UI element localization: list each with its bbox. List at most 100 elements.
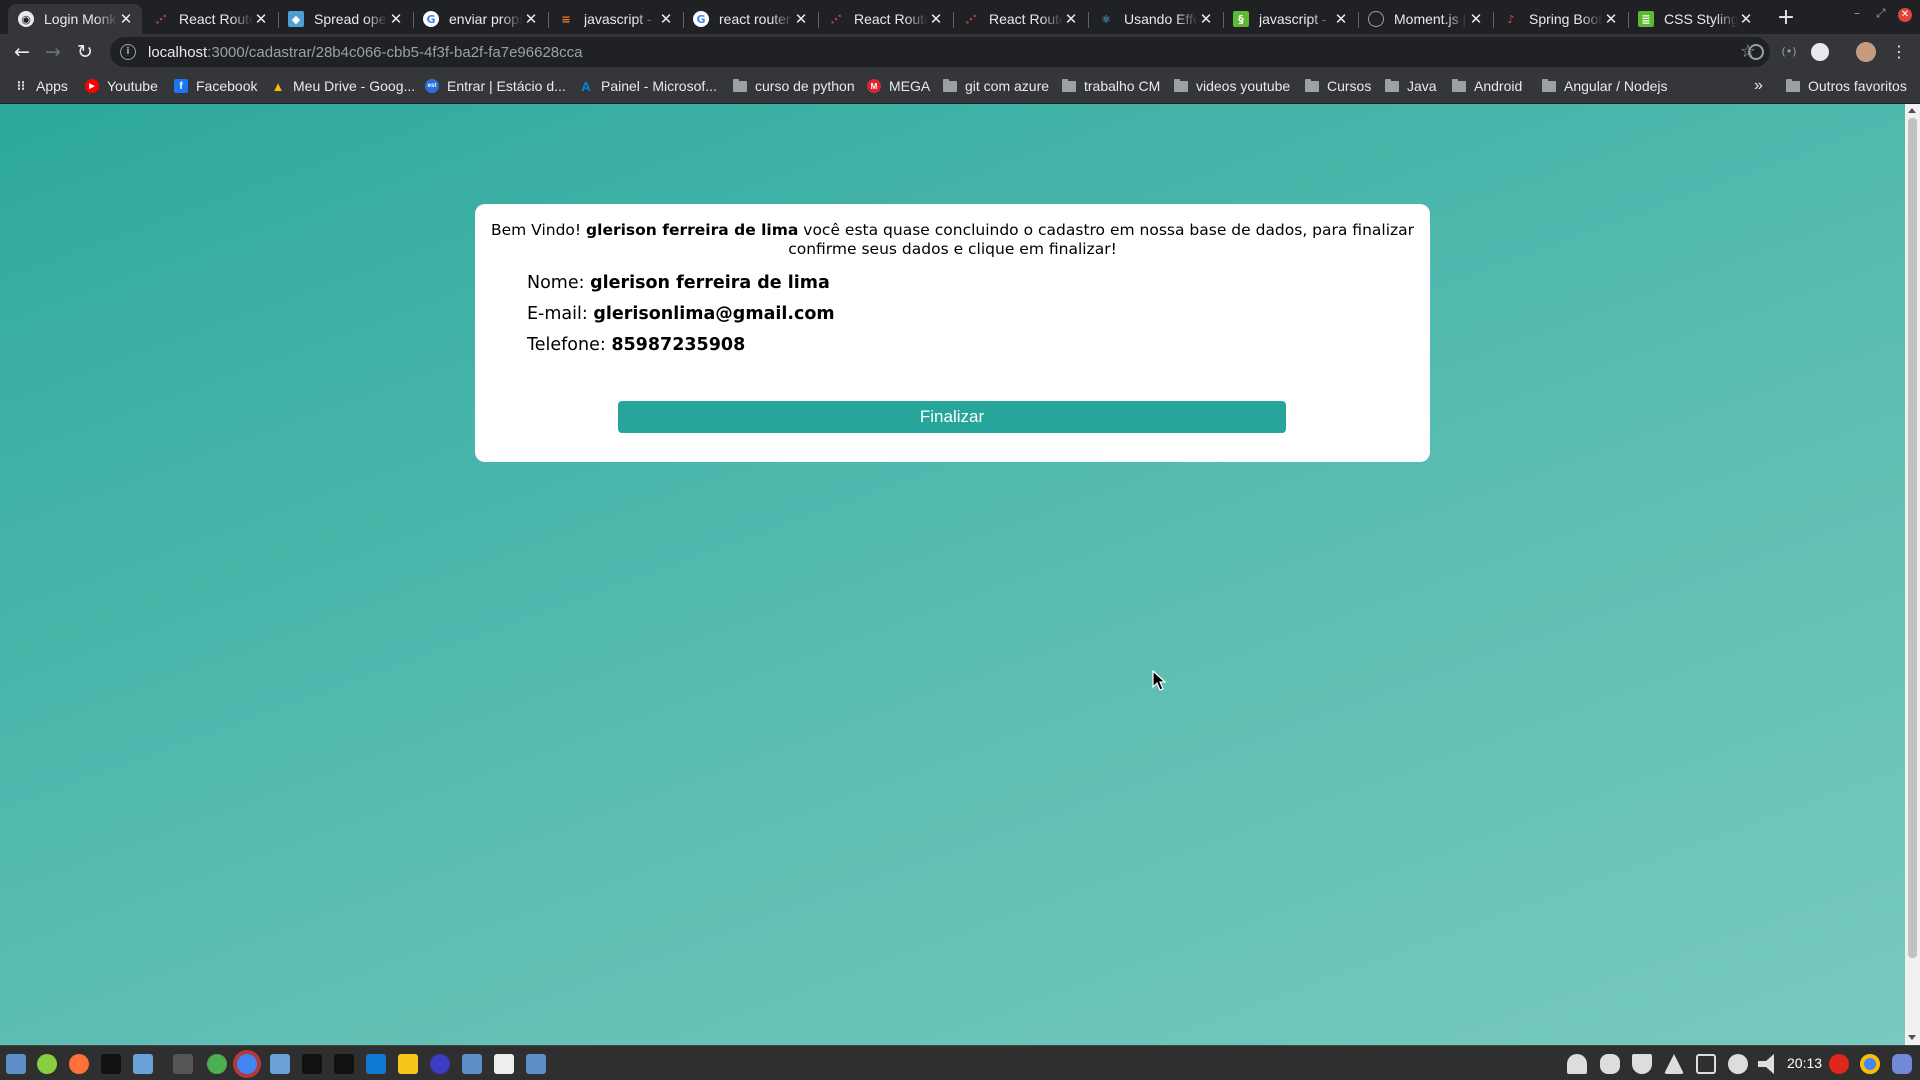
show-desktop-icon[interactable] bbox=[6, 1054, 26, 1074]
bookmark-meu-drive[interactable]: ▲ Meu Drive - Goog... bbox=[271, 70, 416, 102]
window-close-button[interactable]: ✕ bbox=[1898, 8, 1912, 22]
discord-app-icon[interactable] bbox=[1892, 1054, 1912, 1074]
minimize-icon[interactable]: – bbox=[1854, 6, 1860, 20]
eclipse-icon[interactable] bbox=[430, 1054, 450, 1074]
shield-icon[interactable] bbox=[1632, 1054, 1652, 1074]
finalizar-button[interactable]: Finalizar bbox=[618, 401, 1286, 433]
discord-tray-icon[interactable] bbox=[1600, 1054, 1620, 1074]
folder-taskbar-icon[interactable] bbox=[270, 1054, 290, 1074]
bookmark-painel-microsoft[interactable]: A Painel - Microsof... bbox=[579, 70, 717, 102]
terminal-icon[interactable] bbox=[101, 1054, 121, 1074]
bookmark-label: Angular / Nodejs bbox=[1564, 78, 1668, 94]
screenshot-icon[interactable] bbox=[526, 1054, 546, 1074]
close-tab-icon[interactable]: ✕ bbox=[118, 10, 134, 28]
bookmark-facebook[interactable]: f Facebook bbox=[174, 70, 257, 102]
tab-react-router-3[interactable]: ⋰ React Router ✕ bbox=[953, 4, 1087, 34]
close-tab-icon[interactable]: ✕ bbox=[793, 10, 809, 28]
extension-compass-icon[interactable] bbox=[1811, 43, 1829, 61]
bookmark-youtube[interactable]: ▶ Youtube bbox=[85, 70, 158, 102]
bookmark-trabalho-cm[interactable]: trabalho CM bbox=[1062, 70, 1160, 102]
notes-icon[interactable] bbox=[398, 1054, 418, 1074]
bookmark-git-com-azure[interactable]: git com azure bbox=[943, 70, 1049, 102]
chrome-tray-icon[interactable] bbox=[1860, 1054, 1880, 1074]
tab-enviar-props[interactable]: G enviar props ✕ bbox=[413, 4, 547, 34]
address-bar[interactable]: i localhost:3000/cadastrar/28b4c066-cbb5… bbox=[110, 37, 1770, 67]
terminal-3-icon[interactable] bbox=[334, 1054, 354, 1074]
power-icon[interactable] bbox=[1728, 1054, 1748, 1074]
bookmark-android[interactable]: Android bbox=[1452, 70, 1522, 102]
info-icon[interactable]: i bbox=[120, 44, 136, 60]
close-tab-icon[interactable]: ✕ bbox=[1738, 10, 1754, 28]
close-tab-icon[interactable]: ✕ bbox=[253, 10, 269, 28]
files-icon[interactable] bbox=[133, 1054, 153, 1074]
forward-button[interactable]: → bbox=[41, 40, 65, 64]
tab-react-router-search[interactable]: G react router ✕ bbox=[683, 4, 817, 34]
tab-title: React Router bbox=[179, 11, 253, 27]
tab-javascript-stack-2[interactable]: § javascript - Stack ✕ bbox=[1223, 4, 1357, 34]
firefox-icon[interactable] bbox=[69, 1054, 89, 1074]
tab-login-monkey[interactable]: ◉ Login Monkey ✕ bbox=[8, 4, 142, 34]
url-text[interactable]: localhost:3000/cadastrar/28b4c066-cbb5-4… bbox=[148, 44, 582, 61]
maximize-icon[interactable]: ⤢ bbox=[1876, 6, 1886, 21]
tab-spread-operator[interactable]: ◆ Spread operator ✕ bbox=[278, 4, 412, 34]
folder-icon bbox=[1305, 78, 1319, 92]
store-icon[interactable] bbox=[462, 1054, 482, 1074]
mint-menu-icon[interactable] bbox=[37, 1054, 57, 1074]
bookmark-label: Facebook bbox=[196, 78, 258, 94]
bookmark-angular-nodejs[interactable]: Angular / Nodejs bbox=[1542, 70, 1668, 102]
page-scrollbar[interactable] bbox=[1905, 104, 1920, 1045]
warning-icon[interactable] bbox=[1664, 1054, 1684, 1074]
window-icon[interactable] bbox=[1696, 1054, 1716, 1074]
close-tab-icon[interactable]: ✕ bbox=[523, 10, 539, 28]
opera-icon[interactable] bbox=[1829, 1054, 1849, 1074]
close-tab-icon[interactable]: ✕ bbox=[658, 10, 674, 28]
reload-button[interactable]: ↻ bbox=[73, 40, 97, 64]
close-tab-icon[interactable]: ✕ bbox=[1468, 10, 1484, 28]
terminal-2-icon[interactable] bbox=[302, 1054, 322, 1074]
scrollbar-thumb[interactable] bbox=[1908, 118, 1917, 958]
bookmark-curso-de-python[interactable]: curso de python bbox=[733, 70, 855, 102]
close-tab-icon[interactable]: ✕ bbox=[928, 10, 944, 28]
bookmark-videos-youtube[interactable]: videos youtube bbox=[1174, 70, 1290, 102]
close-tab-icon[interactable]: ✕ bbox=[1063, 10, 1079, 28]
bookmark-apps[interactable]: ⁝⁝ Apps bbox=[14, 70, 68, 102]
app-icon[interactable] bbox=[173, 1054, 193, 1074]
avatar[interactable] bbox=[1856, 42, 1876, 62]
clock[interactable]: 20:13 bbox=[1787, 1055, 1822, 1071]
bookmark-cursos[interactable]: Cursos bbox=[1305, 70, 1371, 102]
close-tab-icon[interactable]: ✕ bbox=[1603, 10, 1619, 28]
tab-spring-boot[interactable]: ♪ Spring Boot ✕ bbox=[1493, 4, 1627, 34]
tab-usando-effect[interactable]: ⚛ Usando Effect ✕ bbox=[1088, 4, 1222, 34]
menu-kebab-icon[interactable]: ⋮ bbox=[1887, 40, 1911, 64]
tab-react-router[interactable]: ⋰ React Router ✕ bbox=[143, 4, 277, 34]
tab-moment-js[interactable]: Moment.js | Docs ✕ bbox=[1358, 4, 1492, 34]
tab-react-router-2[interactable]: ⋰ React Router ✕ bbox=[818, 4, 952, 34]
bookmark-estacio[interactable]: est Entrar | Estácio d... bbox=[425, 70, 566, 102]
bookmark-label: Outros favoritos bbox=[1808, 78, 1907, 94]
azure-icon: A bbox=[581, 78, 591, 94]
spring-tool-icon[interactable] bbox=[207, 1054, 227, 1074]
more-bookmarks-button[interactable]: » bbox=[1754, 70, 1763, 102]
volume-icon[interactable] bbox=[1758, 1054, 1774, 1074]
new-tab-button[interactable]: + bbox=[1774, 7, 1798, 31]
mouse-cursor-icon bbox=[1152, 670, 1167, 691]
extension-cast-icon[interactable]: (•) bbox=[1780, 43, 1798, 61]
welcome-user-name: glerison ferreira de lima bbox=[586, 221, 799, 239]
tab-title: Moment.js | Docs bbox=[1394, 11, 1468, 27]
close-tab-icon[interactable]: ✕ bbox=[1333, 10, 1349, 28]
tab-css-styling[interactable]: ≣ CSS Styling ✕ bbox=[1628, 4, 1762, 34]
vscode-icon[interactable] bbox=[366, 1054, 386, 1074]
bookmark-mega[interactable]: M MEGA bbox=[867, 70, 930, 102]
close-tab-icon[interactable]: ✕ bbox=[388, 10, 404, 28]
notifications-bell-icon[interactable] bbox=[1567, 1054, 1587, 1074]
chrome-icon[interactable] bbox=[237, 1054, 257, 1074]
scroll-down-arrow-icon[interactable] bbox=[1908, 1035, 1916, 1040]
back-button[interactable]: ← bbox=[10, 40, 34, 64]
tab-javascript-stack[interactable]: ≡ javascript - Stack ✕ bbox=[548, 4, 682, 34]
scroll-up-arrow-icon[interactable] bbox=[1908, 108, 1916, 113]
bookmark-java[interactable]: Java bbox=[1385, 70, 1437, 102]
bookmark-outros-favoritos[interactable]: Outros favoritos bbox=[1786, 70, 1907, 102]
extension-target-icon[interactable] bbox=[1748, 44, 1764, 60]
document-icon[interactable] bbox=[494, 1054, 514, 1074]
close-tab-icon[interactable]: ✕ bbox=[1198, 10, 1214, 28]
